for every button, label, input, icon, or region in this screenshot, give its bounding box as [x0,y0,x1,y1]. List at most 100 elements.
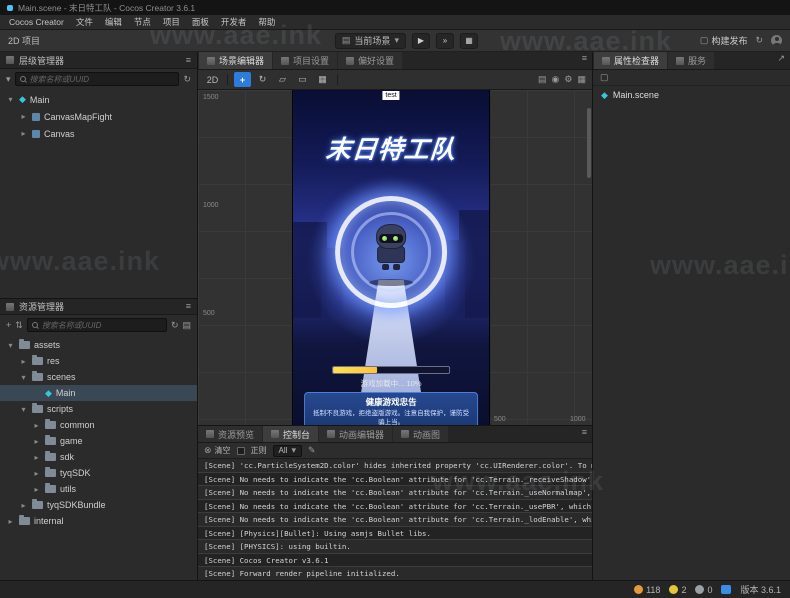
regex-checkbox[interactable] [237,447,245,455]
asset-folder-scenes[interactable]: ▾ scenes [0,369,197,385]
menu-project[interactable]: 项目 [157,16,186,28]
asset-folder-tyqsdkbundle[interactable]: ▸ tyqSDKBundle [0,497,197,513]
scale-tool-icon[interactable]: ▱ [274,72,291,87]
inspector-pin-icon[interactable]: ↗ [777,54,785,63]
filter-icon[interactable]: ▾ [6,75,11,84]
collapse-arrow-icon[interactable]: ▸ [32,453,41,462]
warning-count-badge[interactable]: 118 [634,585,660,595]
menu-developer[interactable]: 开发者 [215,16,253,28]
expand-arrow-icon[interactable]: ▾ [19,405,28,414]
asset-folder-assets[interactable]: ▾ assets [0,337,197,353]
menu-edit[interactable]: 编辑 [99,16,128,28]
tab-preferences[interactable]: 偏好设置 [338,52,402,69]
collapse-arrow-icon[interactable]: ▸ [32,437,41,446]
collapse-arrow-icon[interactable]: ▸ [6,517,15,526]
center-tabs-menu-icon[interactable]: ≡ [582,54,587,63]
scene-canvas[interactable]: 1500 1000 500 500 1000 test 末日特工队 [198,90,592,425]
view-2d-toggle[interactable]: 2D [204,72,221,87]
move-tool-icon[interactable]: + [234,72,251,87]
log-type-filter-dropdown[interactable]: All ▾ [273,445,302,457]
log-row[interactable]: [Scene] Forward render pipeline initiali… [198,567,592,580]
preview-target-button[interactable]: ▦ [460,33,478,49]
log-row[interactable]: [Scene] [Physics][Bullet]: Using asmjs B… [198,527,592,541]
log-row[interactable]: [Scene] No needs to indicate the 'cc.Boo… [198,486,592,500]
log-row[interactable]: [Scene] No needs to indicate the 'cc.Boo… [198,473,592,487]
scene-selector-dropdown[interactable]: ▤ 当前场景 ▾ [335,33,406,49]
menu-node[interactable]: 节点 [128,16,157,28]
edit-log-icon[interactable]: ✎ [308,446,316,455]
info-count-badge[interactable]: 0 [695,585,712,595]
expand-arrow-icon[interactable]: ▾ [19,373,28,382]
rect-tool-icon[interactable]: ▭ [294,72,311,87]
expand-arrow-icon[interactable]: ▾ [6,341,15,350]
clear-console-button[interactable]: ⊗ 清空 [204,445,231,456]
asset-folder-internal[interactable]: ▸ internal [0,513,197,529]
hierarchy-refresh-icon[interactable]: ↻ [183,75,191,84]
collapse-arrow-icon[interactable]: ▸ [32,421,41,430]
add-asset-icon[interactable]: + [6,321,11,330]
assets-search[interactable] [27,318,167,332]
collapse-arrow-icon[interactable]: ▸ [32,469,41,478]
collapse-arrow-icon[interactable]: ▸ [19,357,28,366]
tab-console[interactable]: 控制台 [263,426,318,442]
asset-folder-tyqsdk[interactable]: ▸ tyqSDK [0,465,197,481]
hierarchy-node-canvasmapfight[interactable]: ▸ CanvasMapFight [0,108,197,125]
log-row[interactable]: [Scene] No needs to indicate the 'cc.Boo… [198,500,592,514]
menu-panel[interactable]: 面板 [186,16,215,28]
tab-animation-graph[interactable]: 动画图 [393,426,448,442]
rotate-tool-icon[interactable]: ↻ [254,72,271,87]
sort-icon[interactable]: ⇅ [15,321,23,330]
collapse-arrow-icon[interactable]: ▸ [19,112,28,121]
tab-scene-editor[interactable]: 场景编辑器 [199,52,272,69]
assets-search-input[interactable] [42,321,162,330]
inspector-target-icon[interactable]: ▢ [600,73,609,82]
tab-services[interactable]: 服务 [668,52,714,69]
message-icon[interactable] [721,585,731,594]
asset-folder-sdk[interactable]: ▸ sdk [0,449,197,465]
hierarchy-search-input[interactable] [30,75,175,84]
build-publish-button[interactable]: ▢ 构建发布 [700,34,748,47]
tab-project-settings[interactable]: 项目设置 [273,52,337,69]
folder-icon [45,469,56,477]
user-account-icon[interactable] [771,35,782,46]
hierarchy-search[interactable] [15,72,180,86]
sync-icon[interactable]: ↻ [755,36,763,45]
inspector-scene-item[interactable]: ◆ Main.scene [593,86,790,104]
hierarchy-menu-icon[interactable]: ≡ [186,56,191,65]
menu-help[interactable]: 帮助 [252,16,281,28]
hierarchy-node-canvas[interactable]: ▸ Canvas [0,125,197,142]
anchor-tool-icon[interactable]: ▦ [314,72,331,87]
scene-vscrollbar[interactable] [587,108,591,178]
tab-inspector[interactable]: 属性检查器 [594,52,667,69]
layout-grid-icon[interactable]: ▦ [577,75,586,84]
log-row[interactable]: [Scene] Cocos Creator v3.6.1 [198,554,592,568]
log-row[interactable]: [Scene] 'cc.ParticleSystem2D.color' hide… [198,459,592,473]
log-row[interactable]: [Scene] No needs to indicate the 'cc.Boo… [198,513,592,527]
asset-folder-scripts[interactable]: ▾ scripts [0,401,197,417]
console-tabs-menu-icon[interactable]: ≡ [582,428,587,437]
menu-file[interactable]: 文件 [70,16,99,28]
assets-collapse-icon[interactable]: ▤ [182,321,191,330]
assets-refresh-icon[interactable]: ↻ [171,321,179,330]
expand-arrow-icon[interactable]: ▾ [6,95,15,104]
gizmo-visibility-icon[interactable]: ▤ [538,75,547,84]
asset-scene-main[interactable]: ◆ Main [0,385,197,401]
asset-folder-common[interactable]: ▸ common [0,417,197,433]
collapse-arrow-icon[interactable]: ▸ [19,501,28,510]
asset-folder-game[interactable]: ▸ game [0,433,197,449]
step-button[interactable]: » [436,33,454,49]
log-row[interactable]: [Scene] [PHYSICS]: using builtin. [198,540,592,554]
asset-folder-utils[interactable]: ▸ utils [0,481,197,497]
tab-asset-preview[interactable]: 资源预览 [198,426,262,442]
scene-camera-icon[interactable]: ◉ [552,75,560,84]
asset-folder-res[interactable]: ▸ res [0,353,197,369]
collapse-arrow-icon[interactable]: ▸ [19,129,28,138]
tab-animation-editor[interactable]: 动画编辑器 [319,426,392,442]
play-button[interactable]: ▶ [412,33,430,49]
error-count-badge[interactable]: 2 [669,585,686,595]
collapse-arrow-icon[interactable]: ▸ [32,485,41,494]
menu-cocos-creator[interactable]: Cocos Creator [3,17,70,27]
scene-gear-icon[interactable]: ⚙ [564,75,572,84]
hierarchy-node-main[interactable]: ▾ ◆ Main [0,91,197,108]
assets-menu-icon[interactable]: ≡ [186,302,191,311]
